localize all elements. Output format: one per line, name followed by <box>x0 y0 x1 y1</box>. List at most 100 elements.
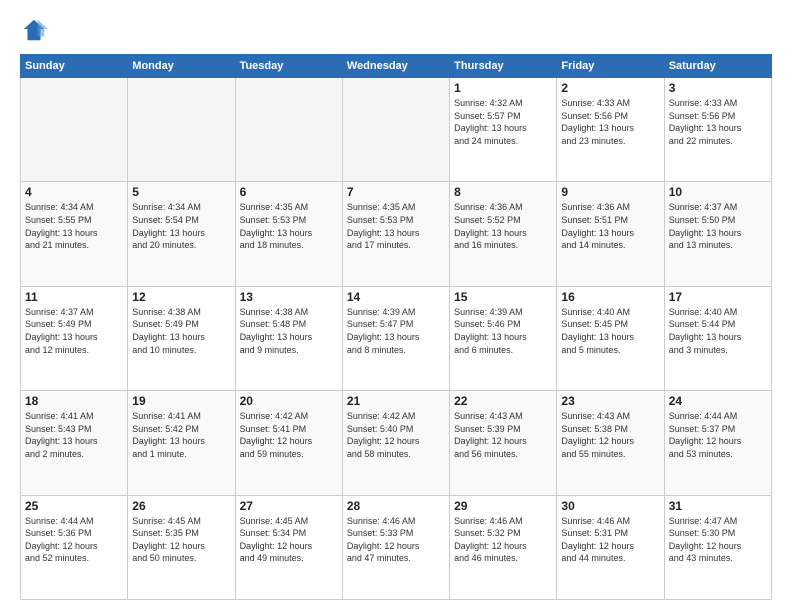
day-info: Sunrise: 4:41 AM Sunset: 5:43 PM Dayligh… <box>25 410 123 460</box>
day-info: Sunrise: 4:39 AM Sunset: 5:47 PM Dayligh… <box>347 306 445 356</box>
calendar-week-3: 18 Sunrise: 4:41 AM Sunset: 5:43 PM Dayli… <box>21 391 772 495</box>
calendar-cell: 11 Sunrise: 4:37 AM Sunset: 5:49 PM Dayli… <box>21 286 128 390</box>
calendar-cell: 29Sunrise: 4:46 AM Sunset: 5:32 PM Dayli… <box>450 495 557 599</box>
col-header-wednesday: Wednesday <box>342 55 449 78</box>
day-info: Sunrise: 4:45 AM Sunset: 5:35 PM Dayligh… <box>132 515 230 565</box>
day-info: Sunrise: 4:41 AM Sunset: 5:42 PM Dayligh… <box>132 410 230 460</box>
day-info: Sunrise: 4:39 AM Sunset: 5:46 PM Dayligh… <box>454 306 552 356</box>
day-number: 8 <box>454 185 552 199</box>
calendar-cell: 3Sunrise: 4:33 AM Sunset: 5:56 PM Daylig… <box>664 78 771 182</box>
logo-icon <box>20 16 48 44</box>
col-header-saturday: Saturday <box>664 55 771 78</box>
calendar-header-row: SundayMondayTuesdayWednesdayThursdayFrid… <box>21 55 772 78</box>
day-number: 5 <box>132 185 230 199</box>
calendar-cell: 7Sunrise: 4:35 AM Sunset: 5:53 PM Daylig… <box>342 182 449 286</box>
calendar-cell: 22 Sunrise: 4:43 AM Sunset: 5:39 PM Dayli… <box>450 391 557 495</box>
day-number: 9 <box>561 185 659 199</box>
calendar-cell <box>235 78 342 182</box>
day-number: 26 <box>132 499 230 513</box>
day-number: 15 <box>454 290 552 304</box>
day-number: 23 <box>561 394 659 408</box>
day-number: 21 <box>347 394 445 408</box>
calendar-cell: 26 Sunrise: 4:45 AM Sunset: 5:35 PM Dayli… <box>128 495 235 599</box>
calendar-cell: 13Sunrise: 4:38 AM Sunset: 5:48 PM Dayli… <box>235 286 342 390</box>
col-header-monday: Monday <box>128 55 235 78</box>
calendar-cell: 9 Sunrise: 4:36 AM Sunset: 5:51 PM Daylig… <box>557 182 664 286</box>
page: SundayMondayTuesdayWednesdayThursdayFrid… <box>0 0 792 612</box>
day-info: Sunrise: 4:42 AM Sunset: 5:41 PM Dayligh… <box>240 410 338 460</box>
day-number: 20 <box>240 394 338 408</box>
calendar-week-4: 25 Sunrise: 4:44 AM Sunset: 5:36 PM Dayli… <box>21 495 772 599</box>
day-number: 3 <box>669 81 767 95</box>
day-info: Sunrise: 4:38 AM Sunset: 5:48 PM Dayligh… <box>240 306 338 356</box>
calendar-cell: 6 Sunrise: 4:35 AM Sunset: 5:53 PM Daylig… <box>235 182 342 286</box>
calendar-table: SundayMondayTuesdayWednesdayThursdayFrid… <box>20 54 772 600</box>
day-info: Sunrise: 4:43 AM Sunset: 5:38 PM Dayligh… <box>561 410 659 460</box>
day-info: Sunrise: 4:36 AM Sunset: 5:52 PM Dayligh… <box>454 201 552 251</box>
day-info: Sunrise: 4:33 AM Sunset: 5:56 PM Dayligh… <box>561 97 659 147</box>
calendar-cell: 25 Sunrise: 4:44 AM Sunset: 5:36 PM Dayli… <box>21 495 128 599</box>
calendar-cell: 1 Sunrise: 4:32 AM Sunset: 5:57 PM Daylig… <box>450 78 557 182</box>
day-number: 14 <box>347 290 445 304</box>
calendar-cell: 23 Sunrise: 4:43 AM Sunset: 5:38 PM Dayli… <box>557 391 664 495</box>
day-number: 11 <box>25 290 123 304</box>
day-info: Sunrise: 4:38 AM Sunset: 5:49 PM Dayligh… <box>132 306 230 356</box>
calendar-cell: 19Sunrise: 4:41 AM Sunset: 5:42 PM Dayli… <box>128 391 235 495</box>
day-info: Sunrise: 4:34 AM Sunset: 5:54 PM Dayligh… <box>132 201 230 251</box>
day-info: Sunrise: 4:43 AM Sunset: 5:39 PM Dayligh… <box>454 410 552 460</box>
calendar-cell: 27Sunrise: 4:45 AM Sunset: 5:34 PM Dayli… <box>235 495 342 599</box>
calendar-cell: 18 Sunrise: 4:41 AM Sunset: 5:43 PM Dayli… <box>21 391 128 495</box>
day-info: Sunrise: 4:46 AM Sunset: 5:32 PM Dayligh… <box>454 515 552 565</box>
calendar-cell <box>21 78 128 182</box>
day-number: 4 <box>25 185 123 199</box>
col-header-tuesday: Tuesday <box>235 55 342 78</box>
day-info: Sunrise: 4:36 AM Sunset: 5:51 PM Dayligh… <box>561 201 659 251</box>
day-info: Sunrise: 4:46 AM Sunset: 5:33 PM Dayligh… <box>347 515 445 565</box>
day-number: 12 <box>132 290 230 304</box>
day-number: 2 <box>561 81 659 95</box>
calendar-cell: 31 Sunrise: 4:47 AM Sunset: 5:30 PM Dayli… <box>664 495 771 599</box>
day-info: Sunrise: 4:35 AM Sunset: 5:53 PM Dayligh… <box>347 201 445 251</box>
calendar-week-0: 1 Sunrise: 4:32 AM Sunset: 5:57 PM Daylig… <box>21 78 772 182</box>
calendar-cell <box>128 78 235 182</box>
calendar-cell: 28 Sunrise: 4:46 AM Sunset: 5:33 PM Dayli… <box>342 495 449 599</box>
day-info: Sunrise: 4:47 AM Sunset: 5:30 PM Dayligh… <box>669 515 767 565</box>
calendar-cell: 17 Sunrise: 4:40 AM Sunset: 5:44 PM Dayli… <box>664 286 771 390</box>
day-number: 16 <box>561 290 659 304</box>
day-info: Sunrise: 4:35 AM Sunset: 5:53 PM Dayligh… <box>240 201 338 251</box>
calendar-cell: 20 Sunrise: 4:42 AM Sunset: 5:41 PM Dayli… <box>235 391 342 495</box>
logo <box>20 16 52 44</box>
day-number: 28 <box>347 499 445 513</box>
day-info: Sunrise: 4:37 AM Sunset: 5:49 PM Dayligh… <box>25 306 123 356</box>
day-info: Sunrise: 4:42 AM Sunset: 5:40 PM Dayligh… <box>347 410 445 460</box>
day-number: 27 <box>240 499 338 513</box>
day-info: Sunrise: 4:37 AM Sunset: 5:50 PM Dayligh… <box>669 201 767 251</box>
day-info: Sunrise: 4:44 AM Sunset: 5:37 PM Dayligh… <box>669 410 767 460</box>
day-number: 18 <box>25 394 123 408</box>
calendar-cell: 12 Sunrise: 4:38 AM Sunset: 5:49 PM Dayli… <box>128 286 235 390</box>
day-info: Sunrise: 4:40 AM Sunset: 5:44 PM Dayligh… <box>669 306 767 356</box>
calendar-cell: 30 Sunrise: 4:46 AM Sunset: 5:31 PM Dayli… <box>557 495 664 599</box>
day-number: 10 <box>669 185 767 199</box>
calendar-cell: 2 Sunrise: 4:33 AM Sunset: 5:56 PM Daylig… <box>557 78 664 182</box>
calendar-cell: 24 Sunrise: 4:44 AM Sunset: 5:37 PM Dayli… <box>664 391 771 495</box>
day-number: 31 <box>669 499 767 513</box>
day-number: 1 <box>454 81 552 95</box>
day-number: 22 <box>454 394 552 408</box>
day-number: 6 <box>240 185 338 199</box>
calendar-cell: 8 Sunrise: 4:36 AM Sunset: 5:52 PM Daylig… <box>450 182 557 286</box>
calendar-week-2: 11 Sunrise: 4:37 AM Sunset: 5:49 PM Dayli… <box>21 286 772 390</box>
day-number: 24 <box>669 394 767 408</box>
day-number: 30 <box>561 499 659 513</box>
col-header-thursday: Thursday <box>450 55 557 78</box>
day-info: Sunrise: 4:32 AM Sunset: 5:57 PM Dayligh… <box>454 97 552 147</box>
day-number: 25 <box>25 499 123 513</box>
day-info: Sunrise: 4:34 AM Sunset: 5:55 PM Dayligh… <box>25 201 123 251</box>
day-info: Sunrise: 4:46 AM Sunset: 5:31 PM Dayligh… <box>561 515 659 565</box>
col-header-friday: Friday <box>557 55 664 78</box>
day-info: Sunrise: 4:40 AM Sunset: 5:45 PM Dayligh… <box>561 306 659 356</box>
day-number: 17 <box>669 290 767 304</box>
day-info: Sunrise: 4:44 AM Sunset: 5:36 PM Dayligh… <box>25 515 123 565</box>
calendar-cell: 4 Sunrise: 4:34 AM Sunset: 5:55 PM Daylig… <box>21 182 128 286</box>
col-header-sunday: Sunday <box>21 55 128 78</box>
